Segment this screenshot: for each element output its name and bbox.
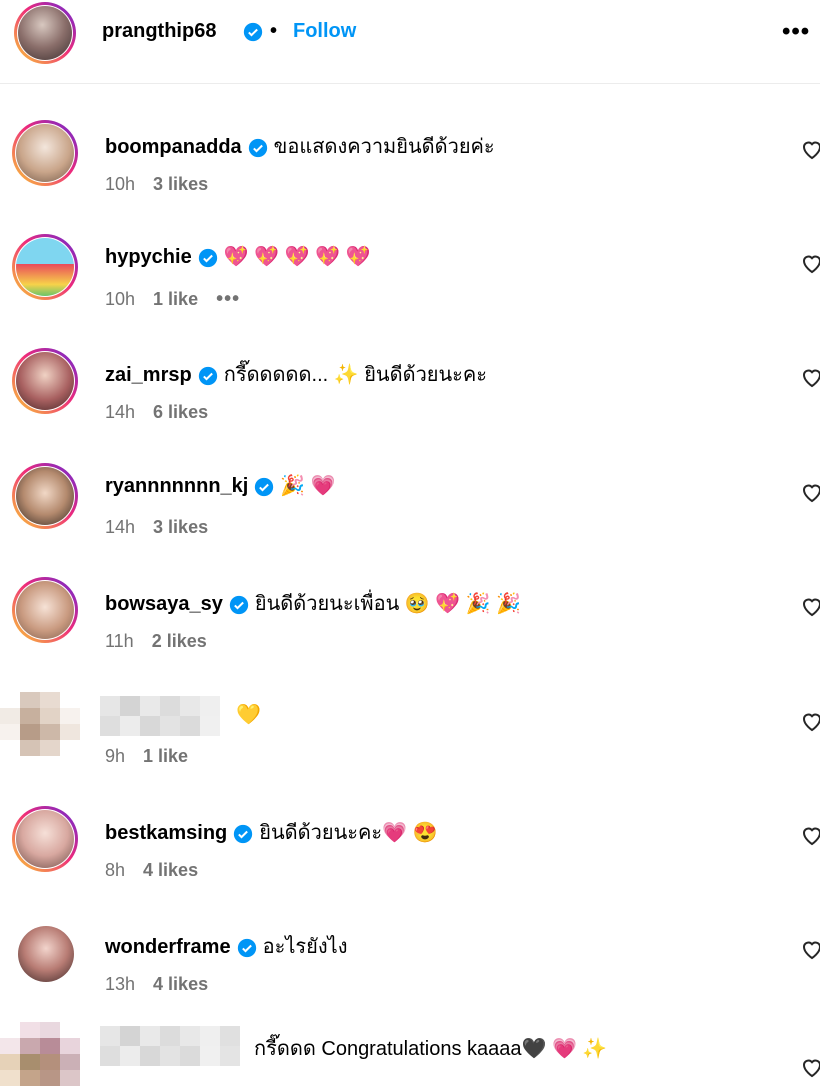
commenter-username[interactable]: zai_mrsp bbox=[105, 364, 192, 386]
commenter-avatar[interactable] bbox=[12, 120, 78, 186]
like-heart-icon[interactable] bbox=[800, 481, 820, 503]
comment-likes[interactable]: 1 like bbox=[153, 289, 198, 309]
comment-meta: 14h 3 likes bbox=[105, 517, 226, 538]
comment-likes[interactable]: 1 like bbox=[143, 746, 188, 766]
commenter-username[interactable]: bestkamsing bbox=[105, 822, 227, 844]
verified-badge-icon bbox=[198, 366, 217, 385]
author-avatar[interactable] bbox=[14, 2, 76, 64]
comment-text-line: bestkamsing ยินดีด้วยนะคะ💗 😍 bbox=[105, 816, 437, 848]
like-heart-icon[interactable] bbox=[800, 824, 820, 846]
blurred-avatar[interactable] bbox=[0, 1022, 80, 1086]
blurred-avatar[interactable] bbox=[0, 692, 80, 756]
verified-badge-icon bbox=[237, 938, 256, 957]
commenter-avatar[interactable] bbox=[12, 463, 78, 529]
verified-badge-icon bbox=[248, 138, 267, 157]
comment-more-options-icon[interactable]: ••• bbox=[216, 288, 240, 310]
comment-time: 11h bbox=[105, 631, 134, 651]
commenter-username[interactable]: hypychie bbox=[105, 246, 192, 268]
comment-item: wonderframe อะไรยังไง 13h 4 likes bbox=[0, 920, 820, 1030]
comment-item: boompanadda ขอแสดงความยินดีด้วยค่ะ 10h 3 l… bbox=[0, 120, 820, 230]
commenter-username[interactable]: boompanadda bbox=[105, 136, 242, 158]
comment-text-line: bowsaya_sy ยินดีด้วยนะเพื่อน 🥹 💖 🎉 🎉 bbox=[105, 587, 521, 619]
comment-text: 🎉 💗 bbox=[280, 475, 336, 497]
comment-text: 💛 bbox=[236, 704, 261, 726]
comment-text: กรี๊ดดดดด... ✨ ยินดีด้วยนะคะ bbox=[223, 364, 488, 386]
comment-text-line: zai_mrsp กรี๊ดดดดด... ✨ ยินดีด้วยนะคะ bbox=[105, 358, 487, 390]
verified-badge-icon bbox=[255, 477, 274, 496]
comment-text: ยินดีด้วยนะคะ💗 😍 bbox=[259, 822, 438, 844]
comment-likes[interactable]: 6 likes bbox=[153, 402, 208, 422]
comment-text-line: กรี๊ดดด Congratulations kaaaa🖤 💗 ✨ bbox=[248, 1032, 607, 1064]
like-heart-icon[interactable] bbox=[800, 1056, 820, 1078]
comment-text-line: boompanadda ขอแสดงความยินดีด้วยค่ะ bbox=[105, 130, 495, 162]
comment-meta: 10h 3 likes bbox=[105, 174, 226, 195]
blurred-username bbox=[100, 696, 220, 736]
comment-likes[interactable]: 4 likes bbox=[153, 974, 208, 994]
commenter-avatar[interactable] bbox=[18, 926, 74, 982]
commenter-avatar[interactable] bbox=[12, 348, 78, 414]
comment-meta: 14h 6 likes bbox=[105, 402, 226, 423]
comment-meta: 11h 2 likes bbox=[105, 631, 225, 652]
commenter-username[interactable]: bowsaya_sy bbox=[105, 593, 223, 615]
comment-time: 10h bbox=[105, 289, 136, 309]
comment-text: ยินดีด้วยนะเพื่อน 🥹 💖 🎉 🎉 bbox=[254, 593, 522, 615]
like-heart-icon[interactable] bbox=[800, 138, 820, 160]
comment-item: hypychie 💖 💖 💖 💖 💖 10h 1 like ••• bbox=[0, 234, 820, 344]
comment-likes[interactable]: 4 likes bbox=[143, 860, 198, 880]
blurred-username bbox=[100, 1026, 240, 1066]
comment-text: ขอแสดงความยินดีด้วยค่ะ bbox=[273, 136, 495, 158]
comment-item: zai_mrsp กรี๊ดดดดด... ✨ ยินดีด้วยนะคะ 14h… bbox=[0, 348, 820, 458]
verified-badge-icon bbox=[229, 595, 249, 614]
comment-likes[interactable]: 2 likes bbox=[152, 631, 207, 651]
commenter-avatar[interactable] bbox=[12, 806, 78, 872]
follow-button[interactable]: Follow bbox=[293, 20, 356, 43]
comment-text-line: 💛 bbox=[230, 702, 261, 727]
comment-item: 💛 9h 1 like bbox=[0, 692, 820, 802]
commenter-username[interactable]: ryannnnnnn_kj bbox=[105, 475, 248, 497]
comment-time: 14h bbox=[105, 402, 136, 422]
comment-text-line: wonderframe อะไรยังไง bbox=[105, 930, 347, 962]
like-heart-icon[interactable] bbox=[800, 252, 820, 274]
comment-item: ryannnnnnn_kj 🎉 💗 14h 3 likes bbox=[0, 463, 820, 573]
more-options-icon[interactable]: ••• bbox=[782, 18, 810, 46]
like-heart-icon[interactable] bbox=[800, 595, 820, 617]
verified-badge-icon bbox=[243, 22, 263, 42]
comment-text: กรี๊ดดด Congratulations kaaaa🖤 💗 ✨ bbox=[254, 1038, 608, 1060]
comment-item: กรี๊ดดด Congratulations kaaaa🖤 💗 ✨ bbox=[0, 1022, 820, 1090]
comment-likes[interactable]: 3 likes bbox=[153, 174, 208, 194]
comment-text: อะไรยังไง bbox=[262, 936, 348, 958]
commenter-avatar[interactable] bbox=[12, 234, 78, 300]
post-header: prangthip68 • Follow ••• bbox=[0, 0, 820, 84]
comment-item: bowsaya_sy ยินดีด้วยนะเพื่อน 🥹 💖 🎉 🎉 11h 2… bbox=[0, 577, 820, 687]
like-heart-icon[interactable] bbox=[800, 938, 820, 960]
commenter-avatar[interactable] bbox=[12, 577, 78, 643]
comment-item: bestkamsing ยินดีด้วยนะคะ💗 😍 8h 4 likes bbox=[0, 806, 820, 916]
like-heart-icon[interactable] bbox=[800, 710, 820, 732]
comment-text: 💖 💖 💖 💖 💖 bbox=[223, 246, 371, 268]
comment-likes[interactable]: 3 likes bbox=[153, 517, 208, 537]
like-heart-icon[interactable] bbox=[800, 366, 820, 388]
comment-time: 13h bbox=[105, 974, 136, 994]
comment-text-line: ryannnnnnn_kj 🎉 💗 bbox=[105, 473, 336, 498]
comment-time: 8h bbox=[105, 860, 126, 880]
verified-badge-icon bbox=[198, 248, 217, 267]
comment-time: 14h bbox=[105, 517, 136, 537]
separator-dot: • bbox=[270, 20, 278, 42]
commenter-username[interactable]: wonderframe bbox=[105, 936, 231, 958]
comment-meta: 9h 1 like bbox=[105, 746, 206, 767]
comment-meta: 8h 4 likes bbox=[105, 860, 216, 881]
comment-text-line: hypychie 💖 💖 💖 💖 💖 bbox=[105, 244, 370, 269]
author-username[interactable]: prangthip68 bbox=[102, 20, 216, 43]
comment-meta: 13h 4 likes bbox=[105, 974, 226, 995]
comment-time: 9h bbox=[105, 746, 126, 766]
comment-time: 10h bbox=[105, 174, 136, 194]
verified-badge-icon bbox=[234, 824, 253, 843]
comment-meta: 10h 1 like ••• bbox=[105, 288, 258, 311]
